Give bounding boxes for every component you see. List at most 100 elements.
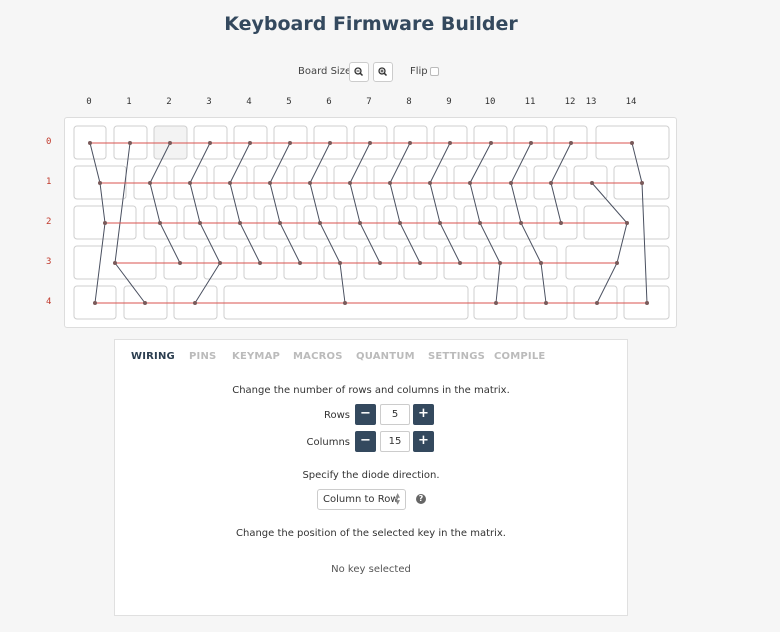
flip-label: Flip <box>410 66 428 77</box>
wire-node <box>408 141 412 145</box>
tab-pins[interactable]: PINS <box>189 351 216 362</box>
column-wire <box>389 142 421 264</box>
row-label: 4 <box>46 297 52 307</box>
wire-node <box>318 221 322 225</box>
zoom-in-button[interactable] <box>373 62 393 82</box>
wire-node <box>168 141 172 145</box>
wire-node <box>615 261 619 265</box>
wire-node <box>348 181 352 185</box>
rows-input[interactable]: 5 <box>380 404 410 425</box>
column-label: 9 <box>446 97 452 107</box>
column-label: 6 <box>326 97 332 107</box>
column-label: 14 <box>625 97 637 107</box>
wire-node <box>549 181 553 185</box>
column-label: 1 <box>126 97 132 107</box>
wire-node <box>148 181 152 185</box>
column-label: 13 <box>585 97 597 107</box>
row-label: 3 <box>46 257 52 267</box>
wire-node <box>569 141 573 145</box>
no-key-selected: No key selected <box>331 564 411 575</box>
columns-increment-button[interactable]: + <box>413 431 434 452</box>
wire-node <box>478 221 482 225</box>
zoom-out-button[interactable] <box>349 62 369 82</box>
wire-node <box>328 141 332 145</box>
wire-node <box>208 141 212 145</box>
wire-node <box>630 141 634 145</box>
wire-node <box>198 221 202 225</box>
columns-decrement-button[interactable]: − <box>355 431 376 452</box>
wire-node <box>98 181 102 185</box>
wire-node <box>343 301 347 305</box>
wire-node <box>248 141 252 145</box>
column-label: 10 <box>484 97 496 107</box>
wire-node <box>158 221 162 225</box>
wire-node <box>268 181 272 185</box>
wire-node <box>438 221 442 225</box>
wire-node <box>88 141 92 145</box>
wire-node <box>218 261 222 265</box>
columns-input[interactable]: 15 <box>380 431 410 452</box>
wire-node <box>143 301 147 305</box>
wire-node <box>559 221 563 225</box>
wire-node <box>509 181 513 185</box>
column-wire <box>349 142 381 264</box>
column-label: 8 <box>406 97 412 107</box>
tab-wiring[interactable]: WIRING <box>131 351 175 362</box>
wire-node <box>519 221 523 225</box>
zoom-in-icon <box>378 67 388 77</box>
wire-node <box>238 221 242 225</box>
rows-increment-button[interactable]: + <box>413 404 434 425</box>
wire-node <box>103 221 107 225</box>
wire-node <box>358 221 362 225</box>
wire-node <box>378 261 382 265</box>
wire-node <box>368 141 372 145</box>
wire-node <box>458 261 462 265</box>
tab-keymap[interactable]: KEYMAP <box>232 351 280 362</box>
column-wire <box>149 142 181 264</box>
tab-macros[interactable]: MACROS <box>293 351 343 362</box>
wire-node <box>338 261 342 265</box>
rows-label: Rows <box>323 410 350 421</box>
wire-node <box>640 181 644 185</box>
wire-node <box>529 141 533 145</box>
column-label: 11 <box>524 97 536 107</box>
wire-node <box>468 181 472 185</box>
wire-node <box>489 141 493 145</box>
column-label: 7 <box>366 97 372 107</box>
diode-direction-select[interactable]: Column to Row ▲ ▼ <box>317 489 406 510</box>
column-label: 3 <box>206 97 212 107</box>
wire-node <box>398 221 402 225</box>
select-arrows-icon: ▲ ▼ <box>395 492 400 506</box>
wire-node <box>298 261 302 265</box>
position-description: Change the position of the selected key … <box>236 528 506 539</box>
rows-decrement-button[interactable]: − <box>355 404 376 425</box>
wire-node <box>448 141 452 145</box>
column-label: 2 <box>166 97 172 107</box>
keyboard-board <box>64 117 677 328</box>
zoom-out-icon <box>354 67 364 77</box>
row-label: 0 <box>46 137 52 147</box>
tab-compile[interactable]: COMPILE <box>494 351 545 362</box>
columns-label: Columns <box>306 437 350 448</box>
diode-direction-value: Column to Row <box>323 494 399 505</box>
board-size-label: Board Size <box>298 66 352 77</box>
question-circle-icon[interactable]: ? <box>416 494 426 504</box>
matrix-description: Change the number of rows and columns in… <box>232 385 510 396</box>
wire-node <box>494 301 498 305</box>
column-wire <box>229 142 261 264</box>
wire-node <box>193 301 197 305</box>
diode-description: Specify the diode direction. <box>302 470 440 481</box>
wire-node <box>188 181 192 185</box>
column-label: 12 <box>564 97 576 107</box>
column-label: 4 <box>246 97 252 107</box>
wire-node <box>645 301 649 305</box>
wire-node <box>428 181 432 185</box>
tab-quantum[interactable]: QUANTUM <box>356 351 415 362</box>
flip-checkbox[interactable] <box>430 67 439 76</box>
page-title: Keyboard Firmware Builder <box>224 13 518 35</box>
tab-settings[interactable]: SETTINGS <box>428 351 485 362</box>
wire-node <box>113 261 117 265</box>
column-label: 5 <box>286 97 292 107</box>
column-label: 0 <box>86 97 92 107</box>
wire-node <box>590 181 594 185</box>
